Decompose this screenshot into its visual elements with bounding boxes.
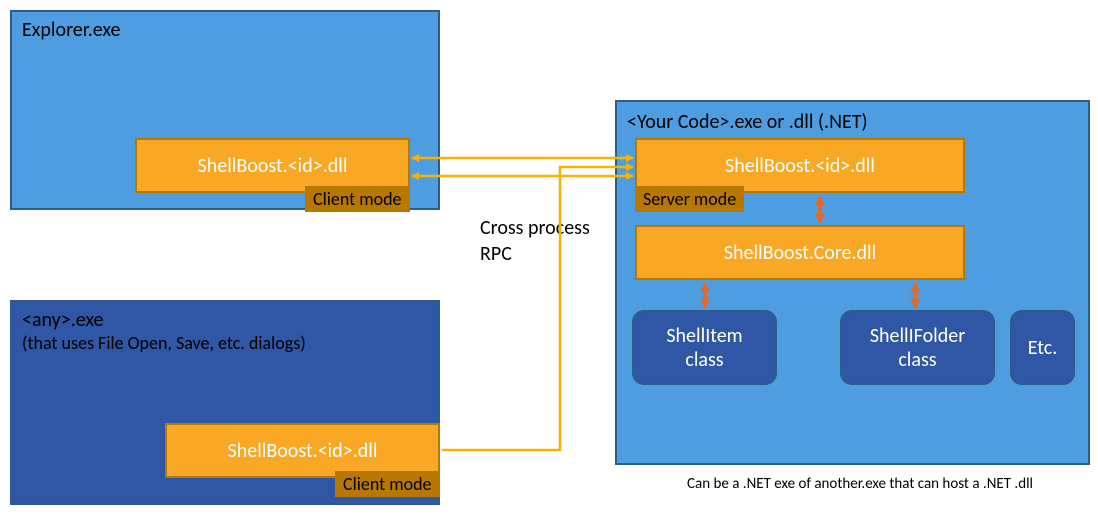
anyexe-title: <any>.exe xyxy=(22,308,428,332)
server-dll: ShellBoost.<id>.dll xyxy=(635,138,965,193)
client-dll-explorer: ShellBoost.<id>.dll xyxy=(135,138,410,193)
client-dll-anyexe: ShellBoost.<id>.dll xyxy=(165,423,440,478)
core-dll-label: ShellBoost.Core.dll xyxy=(724,241,876,265)
core-dll: ShellBoost.Core.dll xyxy=(635,225,965,280)
anyexe-subtitle: (that uses File Open, Save, etc. dialogs… xyxy=(22,332,428,354)
shellfolder-class-chip: ShellIFolder class xyxy=(840,310,995,385)
yourcode-title: <Your Code>.exe or .dll (.NET) xyxy=(627,110,1078,134)
rpc-label: Cross process RPC xyxy=(480,215,590,267)
explorer-title: Explorer.exe xyxy=(22,18,428,42)
yourcode-footnote: Can be a .NET exe of another.exe that ca… xyxy=(650,475,1070,493)
client-dll-anyexe-label: ShellBoost.<id>.dll xyxy=(228,439,378,463)
server-mode-tag: Server mode xyxy=(635,186,744,212)
client-dll-explorer-label: ShellBoost.<id>.dll xyxy=(198,154,348,178)
client-mode-tag-anyexe: Client mode xyxy=(335,471,440,497)
shellitem-class-chip: ShellItem class xyxy=(632,310,777,385)
etc-class-chip: Etc. xyxy=(1010,310,1075,385)
client-mode-tag-explorer: Client mode xyxy=(305,186,410,212)
server-dll-label: ShellBoost.<id>.dll xyxy=(725,154,875,178)
